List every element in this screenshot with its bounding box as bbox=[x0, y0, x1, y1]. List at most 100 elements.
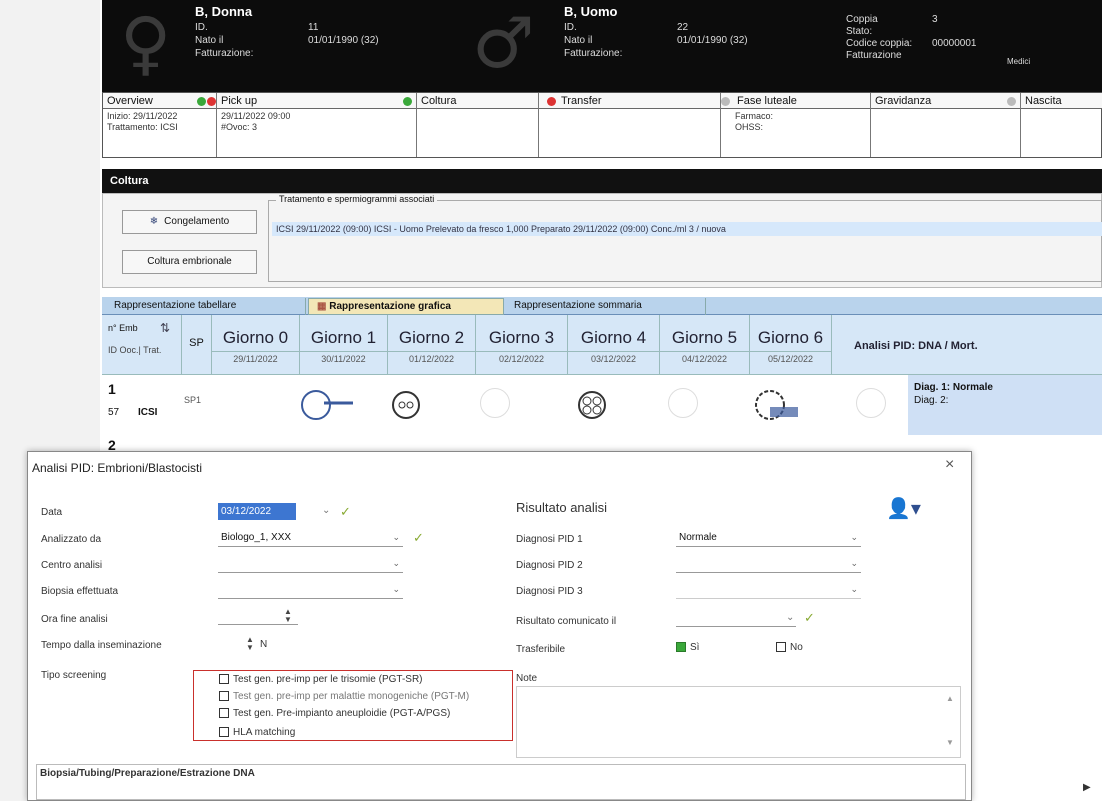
pin-icon[interactable]: ✓ bbox=[340, 504, 351, 520]
note-textarea[interactable] bbox=[516, 686, 961, 758]
diagnosi3-select[interactable]: ⌄ bbox=[676, 582, 861, 599]
col-analysis: Analisi PID: DNA / Mort. bbox=[854, 340, 978, 352]
step-info: OHSS: bbox=[735, 122, 764, 132]
snowflake-icon: ❄ bbox=[149, 216, 159, 227]
step-label: Coltura bbox=[417, 93, 538, 109]
ora-label: Ora fine analisi bbox=[41, 614, 108, 625]
dropdown-arrow-icon[interactable]: ⌄ bbox=[322, 505, 330, 516]
checkbox-pgt-m[interactable]: Test gen. pre-imp per malattie monogenic… bbox=[219, 691, 469, 702]
step-nascita[interactable]: Nascita bbox=[1021, 93, 1102, 157]
analysis-cell[interactable]: Diag. 1: Normale Diag. 2: bbox=[908, 375, 1102, 435]
ris-date-field[interactable] bbox=[676, 610, 796, 627]
woman-birth-label: Nato il bbox=[195, 35, 224, 46]
status-red-icon bbox=[207, 97, 216, 106]
step-label: Nascita bbox=[1025, 95, 1062, 107]
step-info: Trattamento: ICSI bbox=[107, 122, 178, 132]
trasferibile-si-checkbox[interactable]: Sì bbox=[676, 642, 699, 653]
col-day0: Giorno 0 29/11/2022 bbox=[212, 315, 300, 375]
trasferibile-no-checkbox[interactable]: No bbox=[776, 642, 803, 653]
man-name: B, Uomo bbox=[564, 4, 618, 19]
tab-tabellare[interactable]: Rappresentazione tabellare bbox=[106, 298, 306, 315]
step-coltura[interactable]: Coltura bbox=[417, 93, 539, 157]
scroll-right-icon[interactable]: ▶ bbox=[1083, 782, 1091, 793]
checkbox-hla[interactable]: HLA matching bbox=[219, 727, 295, 738]
col-day4: Giorno 4 03/12/2022 bbox=[568, 315, 660, 375]
codice-label: Codice coppia: bbox=[846, 38, 913, 49]
col-day6: Giorno 6 05/12/2022 bbox=[750, 315, 832, 375]
step-gravidanza[interactable]: Gravidanza bbox=[871, 93, 1021, 157]
step-transfer[interactable]: Transfer bbox=[539, 93, 721, 157]
woman-name: B, Donna bbox=[195, 4, 253, 19]
woman-birth: 01/01/1990 (32) bbox=[308, 35, 379, 46]
step-overview[interactable]: Overview Inizio: 29/11/2022 Trattamento: … bbox=[103, 93, 217, 157]
step-pickup[interactable]: Pick up 29/11/2022 09:00 #Ovoc: 3 bbox=[217, 93, 417, 157]
treatment-row[interactable]: ICSI 29/11/2022 (09:00) ICSI - Uomo Prel… bbox=[272, 222, 1102, 236]
coltura-embrionale-button[interactable]: Coltura embrionale bbox=[122, 250, 257, 274]
empty-cell-icon[interactable] bbox=[668, 388, 698, 418]
tab-grafica[interactable]: ▦ Rappresentazione grafica bbox=[308, 298, 504, 315]
diagnosi1-select[interactable]: Normale ⌄ bbox=[676, 530, 861, 547]
risultato-title: Risultato analisi bbox=[516, 500, 608, 515]
man-id-label: ID. bbox=[564, 22, 577, 33]
embryo-icon[interactable] bbox=[572, 385, 612, 425]
analisi-pid-dialog: Analisi PID: Embrioni/Blastocisti × Data… bbox=[27, 451, 972, 801]
man-id: 22 bbox=[677, 22, 689, 33]
analizzato-select[interactable]: Biologo_1, XXX ⌄ bbox=[218, 530, 403, 547]
spinner-icon[interactable]: ▲ ▼ bbox=[246, 636, 254, 652]
d3-label: Diagnosi PID 3 bbox=[516, 586, 583, 597]
zygote-icon[interactable] bbox=[386, 385, 426, 425]
woman-id-label: ID. bbox=[195, 22, 208, 33]
step-label: Pick up bbox=[221, 95, 258, 107]
step-info: #Ovoc: 3 bbox=[221, 122, 258, 132]
d1-label: Diagnosi PID 1 bbox=[516, 534, 583, 545]
coppia-label: Coppia bbox=[846, 14, 878, 25]
pin-icon[interactable]: ✓ bbox=[804, 610, 815, 626]
treatments-fieldset bbox=[268, 200, 1102, 282]
data-label: Data bbox=[41, 507, 63, 518]
step-info: Farmaco: bbox=[735, 111, 774, 121]
congelamento-button[interactable]: ❄ Congelamento bbox=[122, 210, 257, 234]
empty-cell-icon[interactable] bbox=[856, 388, 886, 418]
biopsia-select[interactable]: ⌄ bbox=[218, 582, 403, 599]
status-gray-icon bbox=[721, 97, 730, 106]
step-fase-luteale[interactable]: Fase luteale Farmaco: OHSS: bbox=[721, 93, 871, 157]
medici-label: Medici bbox=[1007, 57, 1031, 66]
tab-sommaria[interactable]: Rappresentazione sommaria bbox=[506, 298, 706, 315]
woman-id: 11 bbox=[308, 22, 319, 33]
col-embryo: n° Emb ⇅ ID Ooc.| Trat. bbox=[102, 315, 182, 375]
data-field[interactable]: 03/12/2022 bbox=[218, 503, 296, 520]
tempo-value: N bbox=[260, 639, 268, 650]
oocyte-icon[interactable] bbox=[298, 385, 358, 425]
fieldset-legend: Tratamento e spermiogrammi associati bbox=[276, 194, 438, 204]
row-sp: SP1 bbox=[184, 395, 202, 405]
scroll-down-icon[interactable]: ▼ bbox=[946, 738, 954, 747]
step-label: Fase luteale bbox=[737, 95, 797, 107]
empty-cell-icon[interactable] bbox=[480, 388, 510, 418]
step-info: 29/11/2022 09:00 bbox=[221, 111, 291, 121]
tipo-label: Tipo screening bbox=[41, 670, 107, 681]
diagnosi2-select[interactable]: ⌄ bbox=[676, 556, 861, 573]
scroll-up-icon[interactable]: ▲ bbox=[946, 694, 954, 703]
female-icon: ♀ bbox=[120, 2, 172, 84]
sort-icon[interactable]: ⇅ bbox=[160, 321, 170, 335]
blastocyst-icon[interactable] bbox=[750, 385, 810, 425]
male-icon: ♂ bbox=[472, 2, 535, 84]
close-icon[interactable]: × bbox=[945, 456, 954, 474]
dropdown-arrow-icon[interactable]: ⌄ bbox=[786, 612, 794, 623]
pin-icon[interactable]: ✓ bbox=[413, 530, 424, 546]
analizzato-label: Analizzato da bbox=[41, 534, 102, 545]
step-label: Overview bbox=[107, 95, 153, 107]
centro-select[interactable]: ⌄ bbox=[218, 556, 403, 573]
stato-label: Stato: bbox=[846, 26, 873, 37]
spinner-icon[interactable]: ▲ ▼ bbox=[284, 608, 292, 624]
ris-label: Risultato comunicato il bbox=[516, 616, 617, 627]
checkbox-pgt-a[interactable]: Test gen. Pre-impianto aneuploidie (PGT-… bbox=[219, 708, 450, 719]
note-label: Note bbox=[516, 673, 538, 684]
status-gray-icon bbox=[1007, 97, 1016, 106]
checkbox-pgt-sr[interactable]: Test gen. pre-imp per le trisomie (PGT-S… bbox=[219, 674, 423, 685]
col-label: ID Ooc.| Trat. bbox=[108, 345, 162, 355]
patient-header: ♀ B, Donna ID. 11 Nato il 01/01/1990 (32… bbox=[102, 0, 1102, 92]
embryo-grid-header: n° Emb ⇅ ID Ooc.| Trat. SP Giorno 0 29/11… bbox=[102, 315, 1102, 375]
user-settings-icon[interactable]: 👤▾ bbox=[886, 496, 921, 521]
embryo-row[interactable]: 1 57 ICSI SP1 Diag. 1: Normale Diag. 2: bbox=[102, 375, 1102, 435]
